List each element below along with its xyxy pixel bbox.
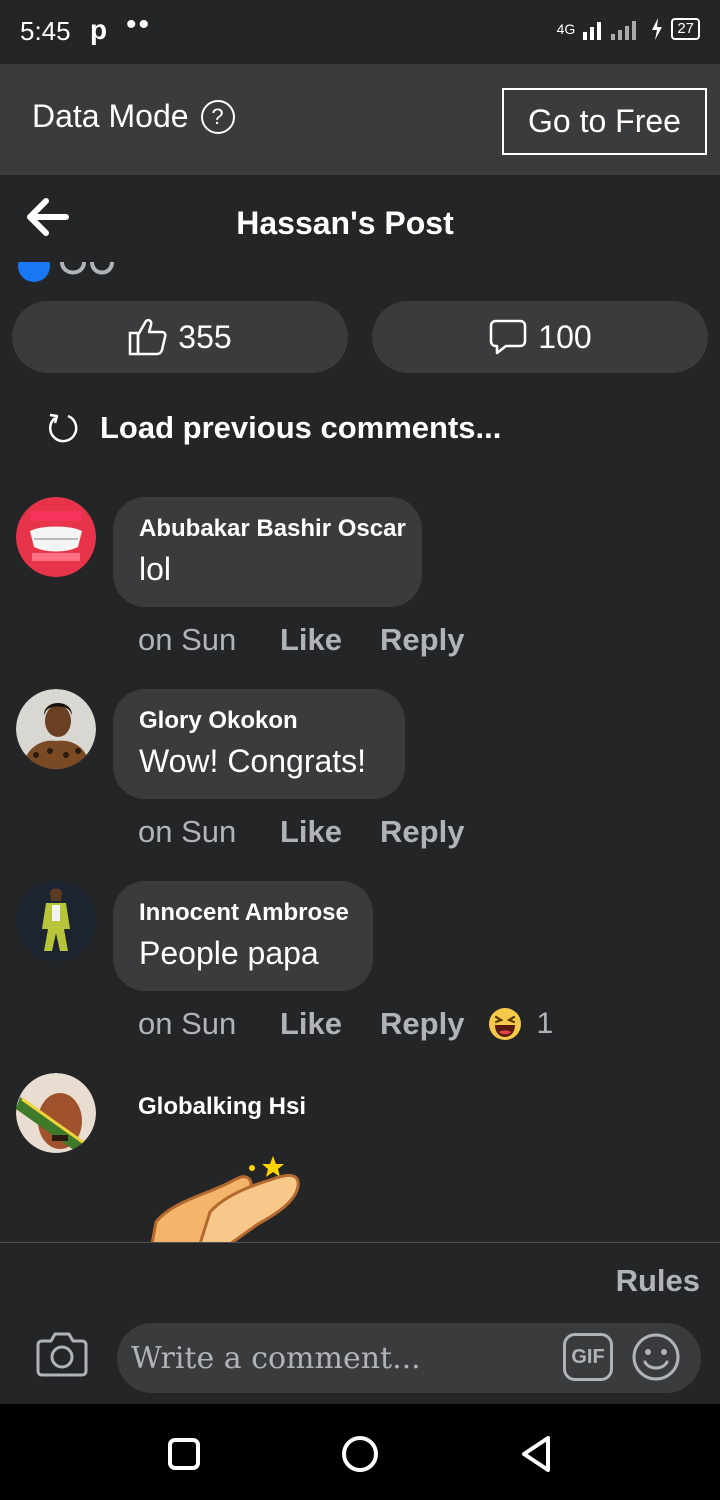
comment-time: on Sun [138, 814, 237, 849]
app-notification-icon: p [90, 14, 108, 45]
reaction-summary[interactable]: 1 [488, 1007, 553, 1041]
comment-bubble[interactable]: Innocent Ambrose People papa [113, 881, 373, 991]
data-mode-label-group: Data Mode ? [32, 98, 235, 135]
comment-bubble-icon [490, 319, 527, 355]
charging-icon [652, 18, 663, 40]
like-action[interactable]: Like [280, 622, 342, 658]
comment-bubble[interactable]: Glory Okokon Wow! Congrats! [113, 689, 405, 799]
battery-level: 27 [671, 18, 700, 40]
load-previous-comments[interactable]: Load previous comments... [46, 410, 501, 446]
status-bar: 5:45 p •• 4G 27 [0, 0, 720, 64]
network-type-label: 4G [556, 21, 576, 37]
comment-author[interactable]: Innocent Ambrose [139, 899, 349, 927]
load-previous-label: Load previous comments... [100, 410, 502, 445]
emoji-icon[interactable] [631, 1332, 681, 1382]
post-header: Hassan's Post [0, 175, 720, 265]
rules-link[interactable]: Rules [616, 1263, 700, 1299]
like-count-button[interactable]: 355 [12, 301, 348, 373]
comment-text: People papa [139, 935, 319, 971]
data-mode-label: Data Mode [32, 98, 189, 134]
comment-author[interactable]: Globalking Hsi [138, 1093, 306, 1121]
comment-actions: on Sun Like Reply [138, 622, 502, 658]
data-mode-bar: Data Mode ? Go to Free [0, 64, 720, 175]
comment-input-wrapper[interactable]: GIF [117, 1323, 701, 1393]
more-notifications-icon: •• [126, 8, 152, 41]
nav-circle-icon[interactable] [338, 1432, 382, 1476]
comment-actions: on Sun Like Reply [138, 814, 502, 850]
avatar[interactable] [16, 881, 96, 961]
comment-text: lol [139, 551, 172, 587]
comment-bubble[interactable]: Abubakar Bashir Oscar lol [113, 497, 422, 607]
comment-count: 100 [538, 318, 592, 355]
comment-text: Wow! Congrats! [139, 743, 367, 779]
avatar[interactable] [16, 497, 96, 577]
avatar[interactable] [16, 1073, 96, 1153]
avatar[interactable] [16, 689, 96, 769]
like-action[interactable]: Like [280, 1006, 342, 1042]
nav-square-icon[interactable] [162, 1432, 206, 1476]
comment-actions: on Sun Like Reply 1 [138, 1006, 553, 1042]
like-action[interactable]: Like [280, 814, 342, 850]
comment-time: on Sun [138, 622, 237, 657]
reply-action[interactable]: Reply [380, 622, 464, 658]
comment-count-button[interactable]: 100 [372, 301, 708, 373]
camera-icon[interactable] [36, 1331, 88, 1377]
comment-author[interactable]: Glory Okokon [139, 707, 379, 735]
comment-time: on Sun [138, 1006, 237, 1041]
comment-input[interactable] [131, 1333, 551, 1383]
like-thumb-icon [129, 318, 167, 356]
system-nav-bar [0, 1404, 720, 1500]
reaction-summary-peek [18, 262, 114, 282]
help-icon[interactable]: ? [200, 99, 235, 134]
go-to-free-button[interactable]: Go to Free [502, 88, 707, 155]
status-indicators: 4G 27 [557, 18, 700, 40]
reply-action[interactable]: Reply [380, 814, 464, 850]
laughing-emoji-icon [489, 1008, 522, 1040]
page-title: Hassan's Post [236, 205, 454, 241]
comment-composer: Rules GIF [0, 1243, 720, 1404]
reaction-count: 1 [536, 1007, 554, 1040]
comment-author[interactable]: Abubakar Bashir Oscar [139, 515, 406, 543]
signal-icon [583, 21, 637, 40]
refresh-icon [48, 413, 78, 443]
clapping-hands-sticker [150, 1156, 300, 1242]
status-time: 5:45 [20, 16, 71, 46]
gif-icon[interactable]: GIF [563, 1333, 613, 1381]
nav-back-icon[interactable] [514, 1432, 558, 1476]
like-count: 355 [178, 318, 232, 355]
reply-action[interactable]: Reply [380, 1006, 464, 1042]
